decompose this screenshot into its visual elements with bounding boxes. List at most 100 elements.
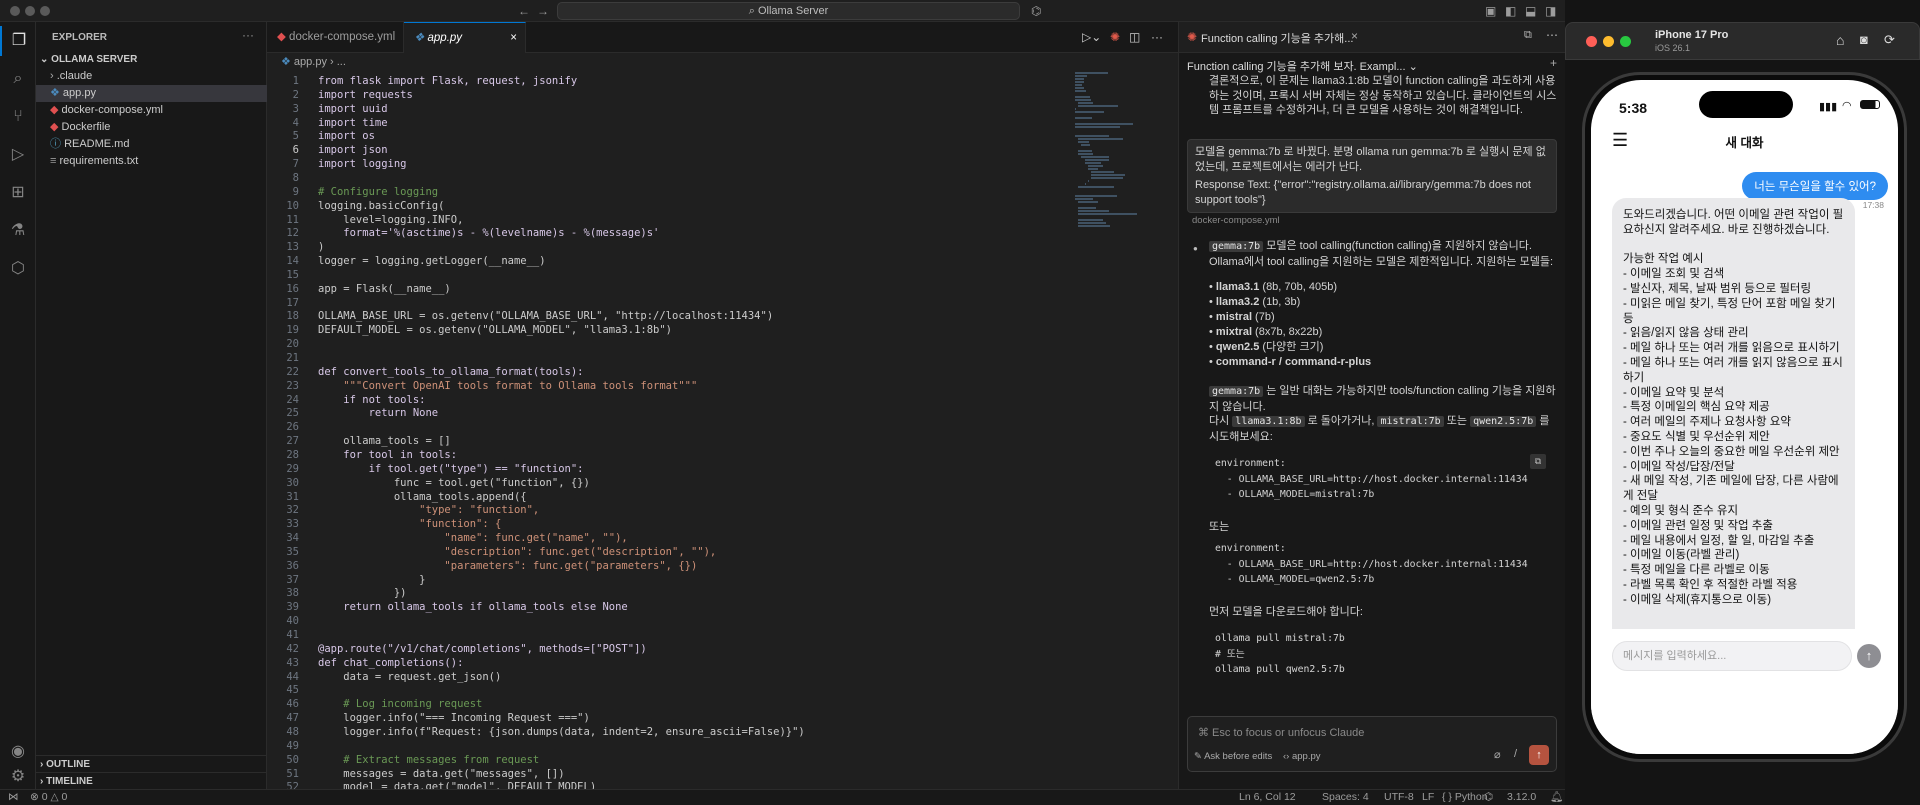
code-line: "function": { bbox=[318, 518, 502, 531]
code-line: ollama_tools.append({ bbox=[318, 490, 527, 503]
message-input[interactable]: 메시지를 입력하세요... bbox=[1612, 641, 1852, 671]
error-icon: ⊗ bbox=[30, 791, 42, 803]
ask-before-edits-toggle[interactable]: ✎ Ask before edits bbox=[1194, 751, 1272, 762]
minimap[interactable] bbox=[1075, 72, 1165, 462]
code-editor[interactable]: 1 from flask import Flask, request, jsoni… bbox=[267, 72, 1067, 789]
line-number: 2 bbox=[292, 88, 299, 101]
line-number: 20 bbox=[286, 338, 299, 351]
send-button[interactable]: ↑ bbox=[1529, 745, 1549, 765]
run-debug-icon[interactable]: ▷ bbox=[0, 140, 36, 170]
run-icon[interactable]: ▷⌄ bbox=[1082, 30, 1101, 44]
lock-icon[interactable]: ⧉ bbox=[1524, 29, 1532, 42]
search-icon[interactable]: ⌕ bbox=[0, 64, 36, 94]
line-number: 47 bbox=[286, 712, 299, 725]
language-mode[interactable]: { } Python bbox=[1442, 790, 1488, 805]
toggle-secondary-sidebar-icon[interactable]: ◨ bbox=[1545, 4, 1556, 18]
warning-icon: △ bbox=[50, 791, 62, 803]
minimap-line bbox=[1087, 168, 1099, 170]
tree-item-requirements[interactable]: ≡ requirements.txt bbox=[36, 153, 267, 170]
file-context-chip[interactable]: ‹› app.py bbox=[1283, 751, 1321, 762]
command-center-search[interactable]: ⌕ Ollama Server bbox=[557, 2, 1020, 20]
indentation[interactable]: Spaces: 4 bbox=[1322, 790, 1369, 805]
code-line: # Extract messages from request bbox=[318, 753, 540, 766]
workspace-root[interactable]: ⌄ OLLAMA SERVER bbox=[36, 51, 267, 68]
layout-icon[interactable]: ▣ bbox=[1485, 4, 1496, 18]
testing-icon[interactable]: ⚗ bbox=[0, 216, 36, 246]
claude-tab-title[interactable]: Function calling 기능을 추가해... bbox=[1201, 30, 1353, 46]
tree-item-app-py[interactable]: ❖ app.py bbox=[36, 85, 267, 102]
line-number: 39 bbox=[286, 601, 299, 614]
extensions-icon[interactable]: ⊞ bbox=[0, 178, 36, 208]
minimap-line bbox=[1084, 159, 1110, 161]
tree-item-dockerfile[interactable]: ◆ Dockerfile bbox=[36, 119, 267, 136]
breadcrumb[interactable]: ❖ app.py › ... bbox=[281, 53, 346, 71]
more-actions-icon[interactable]: ··· bbox=[1151, 30, 1163, 44]
code-line: } bbox=[318, 573, 426, 586]
minimap-line bbox=[1075, 87, 1084, 89]
new-session-icon[interactable]: + bbox=[1550, 56, 1557, 70]
minimap-line bbox=[1075, 123, 1133, 125]
close-tab-icon[interactable]: × bbox=[510, 23, 517, 54]
back-arrow-icon[interactable]: ← bbox=[518, 4, 530, 18]
minimap-line bbox=[1075, 195, 1117, 197]
tree-item-docker-compose[interactable]: ◆ docker-compose.yml bbox=[36, 102, 267, 119]
problems-indicator[interactable]: ⊗ 0 △ 0 bbox=[30, 790, 67, 805]
slash-command-icon[interactable]: / bbox=[1514, 748, 1517, 760]
search-icon: ⌕ bbox=[748, 5, 758, 17]
line-number: 44 bbox=[286, 670, 299, 683]
forward-arrow-icon[interactable]: → bbox=[537, 4, 549, 18]
claude-icon[interactable]: ✺ bbox=[1110, 30, 1120, 44]
line-ending[interactable]: LF bbox=[1422, 790, 1434, 805]
line-number: 10 bbox=[286, 199, 299, 212]
explorer-sidebar: EXPLORER ··· ⌄ OLLAMA SERVER › .claude ❖… bbox=[36, 22, 267, 789]
tree-item-claude-folder[interactable]: › .claude bbox=[36, 68, 267, 85]
send-button[interactable]: ↑ bbox=[1857, 644, 1881, 668]
file-reference[interactable]: docker-compose.yml bbox=[1192, 214, 1280, 229]
close-window-button[interactable] bbox=[1586, 36, 1597, 47]
info-file-icon: ⓘ bbox=[50, 138, 65, 150]
encoding[interactable]: UTF-8 bbox=[1384, 790, 1414, 805]
copy-icon[interactable]: ⧉ bbox=[1530, 454, 1546, 469]
manage-gear-icon[interactable]: ⚙ bbox=[0, 762, 36, 792]
attach-icon[interactable]: ⌀ bbox=[1494, 748, 1501, 761]
python-version[interactable]: 3.12.0 bbox=[1507, 790, 1536, 805]
rotate-icon[interactable]: ⟳ bbox=[1884, 32, 1895, 48]
home-icon[interactable]: ⌂ bbox=[1836, 32, 1844, 48]
status-time: 5:38 bbox=[1619, 100, 1648, 116]
zoom-window-button[interactable] bbox=[40, 6, 50, 16]
close-window-button[interactable] bbox=[10, 6, 20, 16]
copilot-icon[interactable]: ⌬ bbox=[1031, 4, 1041, 18]
bell-icon[interactable]: 🔔︎ bbox=[1550, 790, 1563, 805]
code-line: logger.info("=== Incoming Request ===") bbox=[318, 712, 590, 725]
tab-docker-compose[interactable]: ◆ docker-compose.yml bbox=[267, 22, 404, 53]
copilot-status-icon[interactable]: ⌬ bbox=[1484, 790, 1493, 805]
tab-app-py[interactable]: ❖ app.py × bbox=[404, 22, 526, 53]
timeline-section[interactable]: › TIMELINE bbox=[36, 772, 267, 789]
more-actions-icon[interactable]: ⋯ bbox=[1546, 28, 1558, 42]
toggle-sidebar-icon[interactable]: ◧ bbox=[1505, 4, 1516, 18]
cursor-position[interactable]: Ln 6, Col 12 bbox=[1239, 790, 1296, 805]
containers-icon[interactable]: ⬡ bbox=[0, 254, 36, 284]
pencil-icon: ✎ bbox=[1194, 751, 1205, 762]
simulator-toolbar: iPhone 17 Pro iOS 26.1 ⌂ ◙ ⟳ bbox=[1565, 22, 1920, 60]
more-actions-icon[interactable]: ··· bbox=[242, 28, 254, 42]
split-editor-icon[interactable]: ◫ bbox=[1129, 30, 1140, 44]
line-number: 13 bbox=[286, 241, 299, 254]
toggle-panel-icon[interactable]: ⬓ bbox=[1525, 4, 1536, 18]
explorer-icon[interactable]: ❐ bbox=[0, 26, 36, 56]
claude-input[interactable]: ⌘ Esc to focus or unfocus Claude ✎ Ask b… bbox=[1187, 716, 1557, 772]
minimize-window-button[interactable] bbox=[25, 6, 35, 16]
line-number: 24 bbox=[286, 393, 299, 406]
zoom-window-button[interactable] bbox=[1620, 36, 1631, 47]
tree-item-readme[interactable]: ⓘ README.md bbox=[36, 136, 267, 153]
minimize-window-button[interactable] bbox=[1603, 36, 1614, 47]
minimap-line bbox=[1075, 198, 1094, 200]
session-selector[interactable]: Function calling 기능을 추가해 보자. Exampl... ⌄ bbox=[1187, 58, 1418, 74]
line-number: 17 bbox=[286, 296, 299, 309]
close-tab-icon[interactable]: × bbox=[1351, 29, 1358, 43]
source-control-icon[interactable]: ⑂ bbox=[0, 102, 36, 132]
screenshot-icon[interactable]: ◙ bbox=[1860, 32, 1868, 47]
code-line: import logging bbox=[318, 158, 407, 171]
outline-section[interactable]: › OUTLINE bbox=[36, 755, 267, 772]
remote-icon[interactable]: ⋈ bbox=[8, 790, 19, 805]
